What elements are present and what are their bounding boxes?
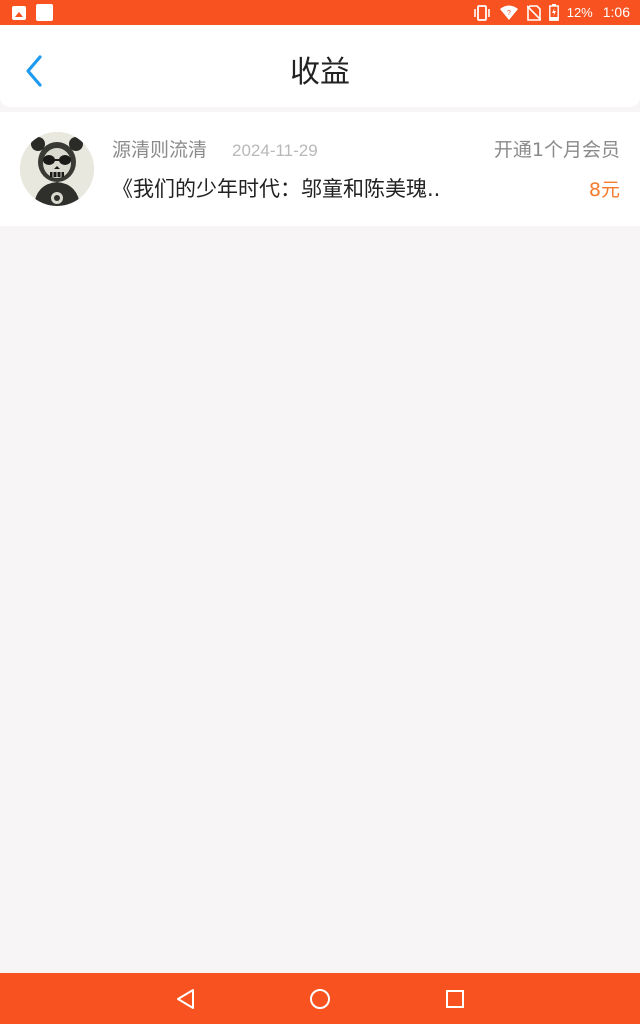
earning-action: 开通1个月会员 (493, 139, 620, 161)
earning-amount: 8元 (588, 179, 620, 201)
page-title: 收益 (290, 55, 350, 90)
book-title: 《我们的少年时代：邬童和陈美瑰.. (112, 177, 441, 201)
header: 收益 (0, 25, 640, 107)
no-sim-icon (526, 4, 541, 21)
home-circle-icon (310, 989, 330, 1009)
user-name: 源清则流清 (112, 139, 208, 161)
recents-square-icon (446, 990, 464, 1008)
earnings-list: 源清则流清 2024-11-29 开通1个月会员 《我们的少年时代：邬童和陈美瑰… (0, 112, 640, 226)
svg-text:?: ? (507, 10, 511, 17)
nav-home-button[interactable] (308, 987, 332, 1011)
earnings-item[interactable]: 源清则流清 2024-11-29 开通1个月会员 《我们的少年时代：邬童和陈美瑰… (0, 112, 640, 226)
nav-bar (0, 973, 640, 1024)
earning-date: 2024-11-29 (232, 141, 318, 160)
nav-back-button[interactable] (174, 987, 198, 1011)
image-icon (12, 5, 26, 20)
vibrate-icon (473, 4, 490, 21)
avatar (20, 132, 94, 206)
nav-recents-button[interactable] (443, 987, 467, 1011)
app-icon (36, 4, 53, 21)
clock: 1:06 (602, 4, 630, 20)
battery-charging-icon (548, 4, 559, 21)
wifi-icon: ? (499, 5, 518, 20)
battery-percent: 12% (566, 5, 593, 20)
screen: ? 12% 1:06 收益 源清则流清 2024-11-29 开通1个月会员 《… (0, 0, 640, 1024)
status-bar: ? 12% 1:06 (0, 0, 640, 25)
back-triangle-icon (177, 989, 194, 1009)
